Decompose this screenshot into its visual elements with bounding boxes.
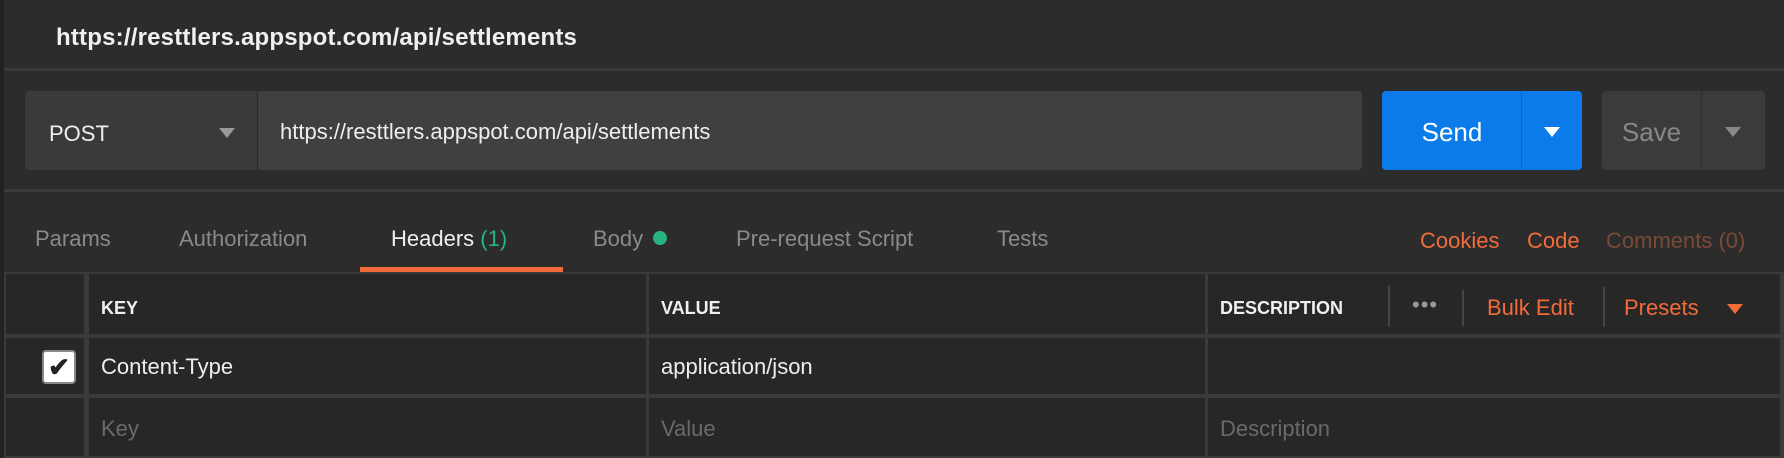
url-input[interactable]: https://resttlers.appspot.com/api/settle…	[258, 91, 1362, 170]
tab-body-label: Body	[593, 226, 644, 251]
save-options-chevron-icon[interactable]	[1725, 127, 1741, 137]
more-options-icon[interactable]: •••	[1412, 292, 1438, 318]
column-header-value: VALUE	[649, 274, 1205, 334]
headers-count: (1)	[480, 226, 508, 251]
comments-link[interactable]: Comments (0)	[1606, 228, 1745, 254]
tab-params[interactable]: Params	[35, 226, 111, 252]
tab-tests[interactable]: Tests	[997, 226, 1048, 252]
column-header-key: KEY	[89, 274, 646, 334]
header-value-cell[interactable]: application/json	[649, 338, 1205, 394]
request-tab-title: https://resttlers.appspot.com/api/settle…	[56, 24, 578, 51]
divider	[1388, 285, 1390, 327]
chevron-down-icon	[219, 128, 235, 138]
divider	[1462, 290, 1464, 326]
presets-chevron-down-icon[interactable]	[1727, 304, 1743, 314]
save-button[interactable]: Save	[1602, 91, 1765, 170]
divider	[1603, 287, 1605, 327]
save-label: Save	[1621, 117, 1682, 147]
cookies-link[interactable]: Cookies	[1420, 228, 1499, 254]
tab-authorization[interactable]: Authorization	[179, 226, 307, 252]
tab-headers[interactable]: Headers (1)	[391, 226, 507, 252]
send-options-chevron-icon[interactable]	[1544, 127, 1560, 137]
tab-pre-request-script[interactable]: Pre-request Script	[736, 226, 913, 252]
divider	[1701, 91, 1702, 170]
divider	[1521, 91, 1522, 170]
divider	[4, 68, 1784, 71]
tab-headers-label: Headers	[391, 226, 475, 251]
send-button[interactable]: Send	[1382, 91, 1582, 170]
presets-button[interactable]: Presets	[1624, 295, 1699, 321]
new-description-input[interactable]: Description	[1208, 398, 1780, 456]
send-label: Send	[1421, 117, 1483, 147]
tab-body[interactable]: Body	[593, 226, 668, 252]
new-key-input[interactable]: Key	[89, 398, 646, 456]
method-label: POST	[49, 121, 109, 146]
divider	[4, 189, 1784, 192]
body-status-dot-icon	[653, 231, 668, 245]
header-description-cell[interactable]	[1208, 338, 1780, 394]
new-value-input[interactable]: Value	[649, 398, 1205, 456]
header-checkbox-cell	[6, 274, 84, 334]
code-link[interactable]: Code	[1527, 228, 1580, 254]
bulk-edit-button[interactable]: Bulk Edit	[1487, 295, 1574, 321]
row-enabled-checkbox[interactable]: ✔	[42, 350, 76, 384]
row-checkbox-cell	[6, 398, 84, 456]
header-key-cell[interactable]: Content-Type	[89, 338, 646, 394]
method-select[interactable]: POST	[25, 91, 257, 170]
